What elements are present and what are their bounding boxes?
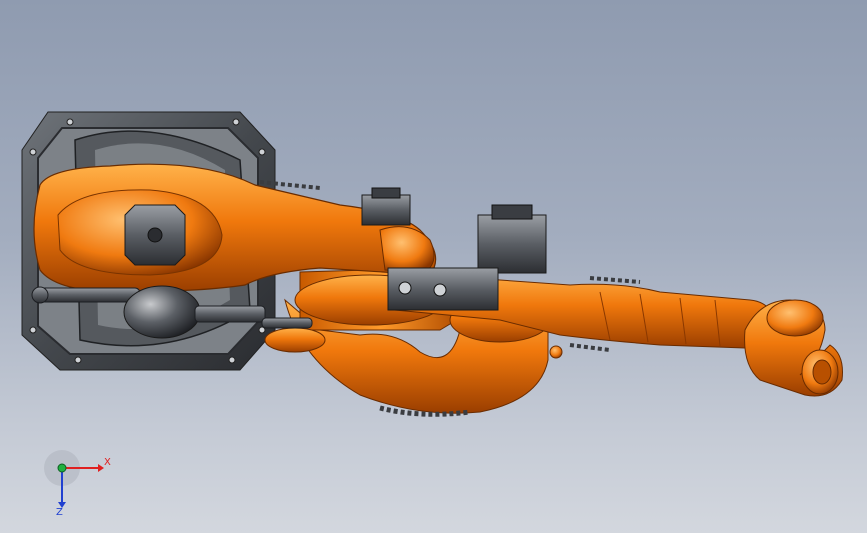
- x-axis-label: X: [104, 457, 111, 468]
- z-axis-label: Z: [56, 507, 63, 518]
- wrist-assembly: [744, 299, 843, 397]
- forearm-link: [387, 267, 776, 352]
- coordinate-triad: X Z: [40, 440, 120, 520]
- joint-motor: [124, 204, 186, 266]
- robot-arm-model[interactable]: [0, 0, 867, 533]
- y-axis-marker: [57, 463, 67, 473]
- cad-viewport[interactable]: X Z: [0, 0, 867, 533]
